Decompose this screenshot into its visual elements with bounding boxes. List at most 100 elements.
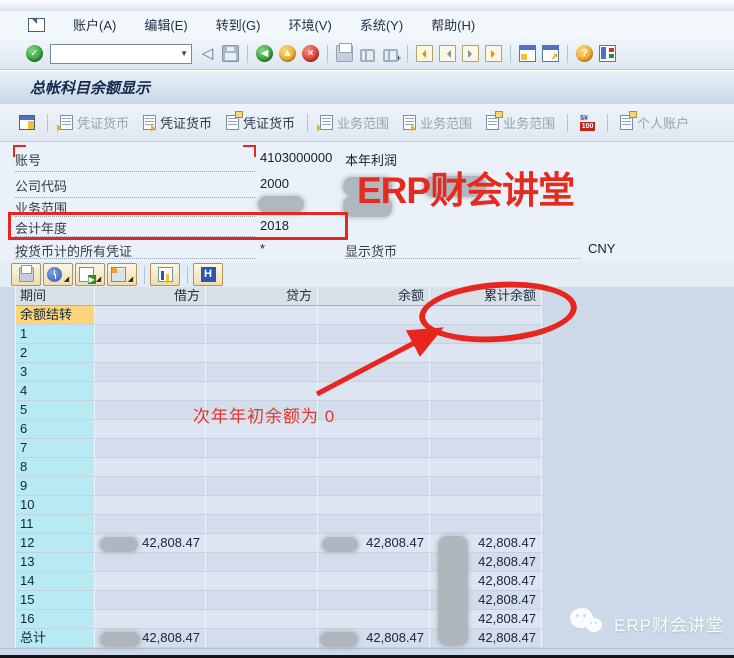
menu-environment[interactable]: 环境(V) [274, 11, 345, 38]
balance-table-area: 期间 借方 贷方 余额 累计余额 余额结转 1 2 [0, 287, 734, 648]
document-window-icon [486, 115, 499, 130]
cancel-icon[interactable]: × [302, 45, 319, 62]
display-currency-button[interactable]: $¥100 [573, 112, 602, 134]
table-row[interactable]: 5 [16, 401, 542, 420]
layout-grid-icon [19, 115, 35, 130]
table-row[interactable]: 7 [16, 439, 542, 458]
table-settings-button[interactable]: ◢ [107, 263, 137, 286]
table-row[interactable]: 2 [16, 344, 542, 363]
save-icon[interactable] [222, 45, 239, 62]
report-select-button[interactable]: ◢ [43, 263, 73, 286]
graphic-button[interactable] [150, 263, 180, 286]
privacy-mask [343, 177, 392, 196]
table-row[interactable]: 6 [16, 420, 542, 439]
next-page-icon[interactable] [462, 45, 479, 62]
privacy-mask [100, 632, 140, 647]
print-icon[interactable] [336, 45, 353, 62]
document-currency-button-1[interactable]: 凭证货币 [53, 110, 136, 135]
table-row[interactable]: 9 [16, 477, 542, 496]
table-row[interactable]: 1 [16, 325, 542, 344]
business-area-button-3[interactable]: 业务范围 [479, 110, 562, 135]
customize-layout-icon[interactable] [599, 45, 616, 62]
exit-icon[interactable]: ▲ [279, 45, 296, 62]
help-icon[interactable] [576, 45, 593, 62]
privacy-mask [343, 196, 392, 217]
table-row[interactable]: 4 [16, 382, 542, 401]
find-next-icon[interactable]: + [382, 45, 399, 62]
document-next-icon [403, 115, 416, 130]
command-field[interactable]: ▼ [50, 44, 192, 64]
wechat-icon [570, 606, 606, 640]
page-title: 总帐科目余额显示 [30, 77, 150, 98]
document-currency-button-2[interactable]: 凭证货币 [136, 110, 219, 135]
history-button[interactable]: H [193, 263, 223, 286]
document-next-icon [143, 115, 156, 130]
table-settings-icon [111, 267, 126, 282]
export-button[interactable]: ◢ [75, 263, 105, 286]
document-currency-button-3[interactable]: 凭证货币 [219, 110, 302, 135]
all-documents-value: * [260, 241, 265, 256]
menu-edit[interactable]: 编辑(E) [130, 11, 201, 38]
footer-brand-label: ERP财会讲堂 [614, 611, 724, 636]
display-currency-icon: $¥100 [580, 115, 595, 131]
grid-print-button[interactable] [11, 263, 41, 286]
menu-goto[interactable]: 转到(G) [202, 11, 275, 38]
choose-layout-button[interactable] [12, 112, 42, 133]
sap-gl-balance-window: 账户(A) 编辑(E) 转到(G) 环境(V) 系统(Y) 帮助(H) ✓ ▼ … [0, 0, 734, 658]
col-header-period[interactable]: 期间 [16, 287, 95, 306]
business-area-button-2[interactable]: 业务范围 [396, 110, 479, 135]
privacy-mask [424, 176, 486, 197]
menu-account[interactable]: 账户(A) [59, 11, 130, 38]
menu-help[interactable]: 帮助(H) [417, 11, 489, 38]
privacy-mask [100, 537, 138, 552]
create-shortcut-icon[interactable] [542, 45, 559, 62]
command-dropdown-icon[interactable]: ▼ [177, 49, 191, 58]
last-page-icon[interactable] [485, 45, 502, 62]
privacy-mask [322, 537, 358, 552]
document-select-icon [320, 115, 333, 130]
previous-page-icon[interactable] [439, 45, 456, 62]
find-icon[interactable] [359, 45, 376, 62]
application-toolbar: 凭证货币 凭证货币 凭证货币 业务范围 业务范围 业务范围 $¥100 个人账户 [0, 104, 734, 142]
display-currency-value: CNY [588, 241, 615, 256]
privacy-mask [258, 196, 304, 213]
fiscal-year-label: 会计年度 [15, 218, 67, 237]
table-row[interactable]: 10 [16, 496, 542, 515]
col-header-balance[interactable]: 余额 [318, 287, 430, 306]
title-bar: 总帐科目余额显示 [0, 70, 734, 105]
table-row-carryforward[interactable]: 余额结转 [16, 306, 542, 325]
table-row[interactable]: 11 [16, 515, 542, 534]
account-description: 本年利润 [345, 150, 397, 169]
business-area-label: 业务范围 [15, 198, 67, 217]
fiscal-year-value: 2018 [260, 218, 289, 233]
company-code-label: 公司代码 [15, 176, 67, 195]
col-header-cumulative[interactable]: 累计余额 [430, 287, 542, 306]
personal-account-button[interactable]: 个人账户 [613, 110, 696, 135]
privacy-mask [438, 536, 468, 646]
table-header-row: 期间 借方 贷方 余额 累计余额 [16, 287, 542, 306]
system-menu-icon[interactable] [28, 18, 45, 32]
document-window-icon [620, 115, 633, 130]
table-row[interactable]: 8 [16, 458, 542, 477]
table-row[interactable]: 3 [16, 363, 542, 382]
command-input[interactable] [55, 46, 177, 62]
back-triangle-icon[interactable]: ◁ [199, 45, 216, 62]
window-top-edge [0, 0, 734, 11]
col-header-debit[interactable]: 借方 [95, 287, 206, 306]
document-window-icon [226, 115, 239, 130]
company-code-value: 2000 [260, 176, 289, 191]
first-page-icon[interactable] [416, 45, 433, 62]
grid-toolbar: ◢ ◢ ◢ H [0, 262, 734, 287]
account-value: 4103000000 [260, 150, 332, 165]
bar-chart-icon [158, 267, 173, 282]
col-header-credit[interactable]: 贷方 [206, 287, 318, 306]
enter-icon[interactable]: ✓ [26, 45, 43, 62]
footer-brand: ERP财会讲堂 [570, 606, 724, 640]
new-session-icon[interactable] [519, 45, 536, 62]
privacy-mask [320, 632, 358, 647]
menu-system[interactable]: 系统(Y) [346, 11, 417, 38]
export-icon [79, 267, 94, 282]
history-h-icon: H [201, 267, 216, 282]
back-icon[interactable]: ◀ [256, 45, 273, 62]
business-area-button-1[interactable]: 业务范围 [313, 110, 396, 135]
